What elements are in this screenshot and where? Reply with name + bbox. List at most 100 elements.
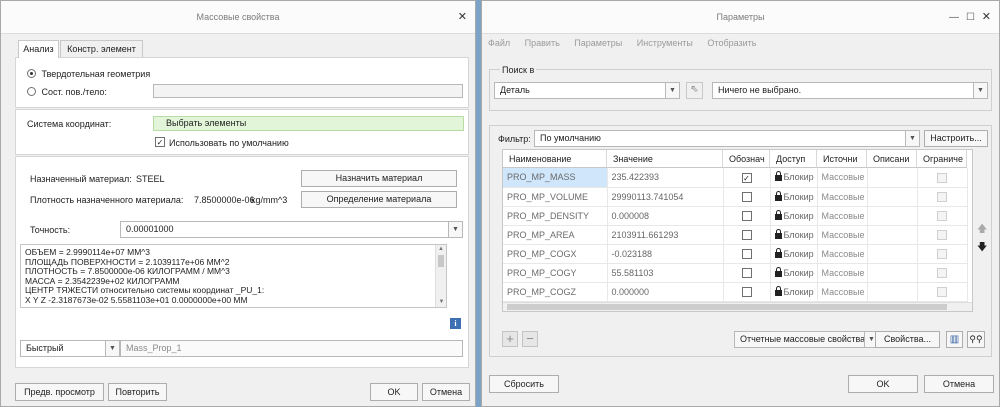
menu-show[interactable]: Отобразить — [707, 38, 756, 48]
preview-label: Предв. просмотр — [24, 387, 95, 397]
mass-props-select[interactable]: Отчетные массовые свойства ▼ — [734, 331, 879, 348]
param-value[interactable]: -0.023188 — [607, 244, 724, 264]
use-default-label: Использовать по умолчанию — [169, 138, 289, 148]
col-description[interactable]: Описани — [867, 150, 917, 168]
filter-select[interactable]: По умолчанию ▼ — [534, 130, 920, 147]
ok-button[interactable]: OK — [370, 383, 418, 401]
minimize-icon[interactable]: — — [949, 1, 959, 34]
remove-parameter-button[interactable]: − — [522, 331, 538, 347]
param-value[interactable]: 0.000008 — [607, 206, 724, 226]
reset-button[interactable]: Сбросить — [489, 375, 559, 393]
lookin-select[interactable]: Деталь ▼ — [494, 82, 680, 99]
properties-button[interactable]: Свойства... — [875, 331, 940, 348]
cancel-button[interactable]: Отмена — [422, 383, 470, 401]
scrollbar-thumb[interactable] — [438, 255, 444, 267]
description-cell — [867, 263, 918, 283]
lock-icon — [774, 171, 782, 182]
source-cell: Массовые — [817, 187, 868, 207]
selection-select[interactable]: Ничего не выбрано. ▼ — [712, 82, 988, 99]
ok-label: OK — [876, 379, 890, 389]
menu-file[interactable]: Файл — [488, 38, 510, 48]
ok-label: OK — [387, 387, 401, 397]
scroll-up-icon[interactable]: ▲ — [436, 245, 446, 254]
param-value[interactable]: 0.000000 — [607, 282, 724, 302]
reset-label: Сбросить — [503, 379, 544, 389]
properties-label: Свойства... — [883, 334, 932, 344]
move-down-icon[interactable]: 🡇 — [977, 240, 987, 257]
results-scrollbar[interactable]: ▲ ▼ — [435, 245, 446, 307]
move-up-icon[interactable]: 🡅 — [977, 222, 987, 239]
param-value[interactable]: 29990113.741054 — [607, 187, 724, 207]
cancel-button[interactable]: Отмена — [924, 375, 994, 393]
scroll-down-icon[interactable]: ▼ — [436, 298, 446, 307]
ok-button[interactable]: OK — [848, 375, 918, 393]
feature-name-input[interactable]: Mass_Prop_1 — [120, 340, 463, 357]
select-pointer-button[interactable]: ⇖ — [686, 82, 703, 99]
customize-button[interactable]: Настроить... — [924, 130, 988, 147]
col-restricted[interactable]: Ограниче — [917, 150, 967, 168]
hscroll-thumb[interactable] — [507, 304, 947, 310]
assign-material-button[interactable]: Назначить материал — [301, 170, 457, 187]
solid-geometry-radio[interactable]: Твердотельная геометрия — [27, 69, 150, 79]
col-value[interactable]: Значение — [607, 150, 723, 168]
table-row[interactable]: PRO_MP_COGY 55.581103 Блокир Массовые — [503, 263, 968, 283]
designated-cell — [723, 244, 771, 264]
mass-properties-titlebar: Массовые свойства ✕ — [1, 1, 475, 34]
quilt-field[interactable] — [153, 84, 463, 98]
search-binoculars-button[interactable]: ⚲⚲ — [967, 331, 985, 348]
restricted-checkbox — [937, 172, 947, 183]
col-source[interactable]: Источни — [817, 150, 867, 168]
add-parameter-button[interactable]: + — [502, 331, 518, 347]
density-unit: kg/mm^3 — [251, 195, 288, 205]
close-icon[interactable]: ✕ — [982, 1, 991, 34]
table-row[interactable]: PRO_MP_VOLUME 29990113.741054 Блокир Массов… — [503, 187, 968, 207]
description-cell — [867, 206, 918, 226]
results-textarea[interactable]: ОБЪЕМ = 2.9990114e+07 ММ^3 ПЛОЩАДЬ ПОВЕР… — [20, 244, 447, 308]
mode-select[interactable]: Быстрый ▼ — [20, 340, 120, 357]
designated-checkbox[interactable] — [741, 210, 752, 221]
col-designated[interactable]: Обознач — [723, 150, 770, 168]
maximize-icon[interactable]: ☐ — [966, 1, 975, 34]
access-cell: Блокир — [770, 187, 818, 207]
tab-feature[interactable]: Констр. элемент — [60, 40, 143, 57]
table-row[interactable]: PRO_MP_DENSITY 0.000008 Блокир Массовые — [503, 206, 968, 226]
use-default-checkbox[interactable]: ✓ — [155, 137, 165, 147]
col-access[interactable]: Доступ — [770, 150, 817, 168]
menu-tools[interactable]: Инструменты — [637, 38, 693, 48]
select-elements-field[interactable]: Выбрать элементы — [153, 116, 464, 131]
preview-button[interactable]: Предв. просмотр — [15, 383, 104, 401]
accuracy-select[interactable]: 0.00001000 ▼ — [120, 221, 463, 238]
restricted-checkbox — [937, 210, 947, 221]
designated-checkbox[interactable] — [741, 286, 752, 297]
menu-edit[interactable]: Править — [525, 38, 560, 48]
designated-checkbox[interactable] — [741, 191, 752, 202]
source-cell: Массовые — [817, 168, 868, 188]
parameter-table[interactable]: Наименование Значение Обознач Доступ Ист… — [502, 149, 973, 312]
designated-checkbox[interactable] — [741, 229, 752, 240]
designated-checkbox[interactable]: ✓ — [741, 172, 752, 183]
table-columns-button[interactable]: ▥ — [946, 331, 963, 348]
description-cell — [867, 282, 918, 302]
info-icon[interactable]: i — [450, 318, 461, 329]
quilt-radio[interactable]: Сост. пов./тело: — [27, 87, 107, 97]
description-cell — [867, 244, 918, 264]
table-row[interactable]: PRO_MP_COGZ 0.000000 Блокир Массовые — [503, 282, 968, 302]
coordinate-group: Система координат: Выбрать элементы ✓ Ис… — [15, 109, 469, 155]
table-row[interactable]: PRO_MP_MASS 235.422393 ✓ Блокир Массовые — [503, 168, 968, 188]
table-row[interactable]: PRO_MP_COGX -0.023188 Блокир Массовые — [503, 244, 968, 264]
dialog-title: Массовые свойства — [196, 12, 280, 22]
define-material-button[interactable]: Определение материала — [301, 191, 457, 208]
table-row[interactable]: PRO_MP_AREA 2103911.661293 Блокир Массовые — [503, 225, 968, 245]
close-icon[interactable]: ✕ — [458, 1, 467, 34]
tab-analysis[interactable]: Анализ — [18, 40, 59, 58]
menu-parameters[interactable]: Параметры — [574, 38, 622, 48]
designated-checkbox[interactable] — [741, 248, 752, 259]
col-name[interactable]: Наименование — [503, 150, 607, 168]
material-group: Назначенный материал: STEEL Назначить ма… — [15, 156, 469, 368]
table-hscrollbar[interactable] — [503, 302, 972, 311]
param-value[interactable]: 2103911.661293 — [607, 225, 724, 245]
repeat-button[interactable]: Повторить — [108, 383, 167, 401]
param-value[interactable]: 235.422393 — [607, 168, 724, 188]
designated-checkbox[interactable] — [741, 267, 752, 278]
param-value[interactable]: 55.581103 — [607, 263, 724, 283]
